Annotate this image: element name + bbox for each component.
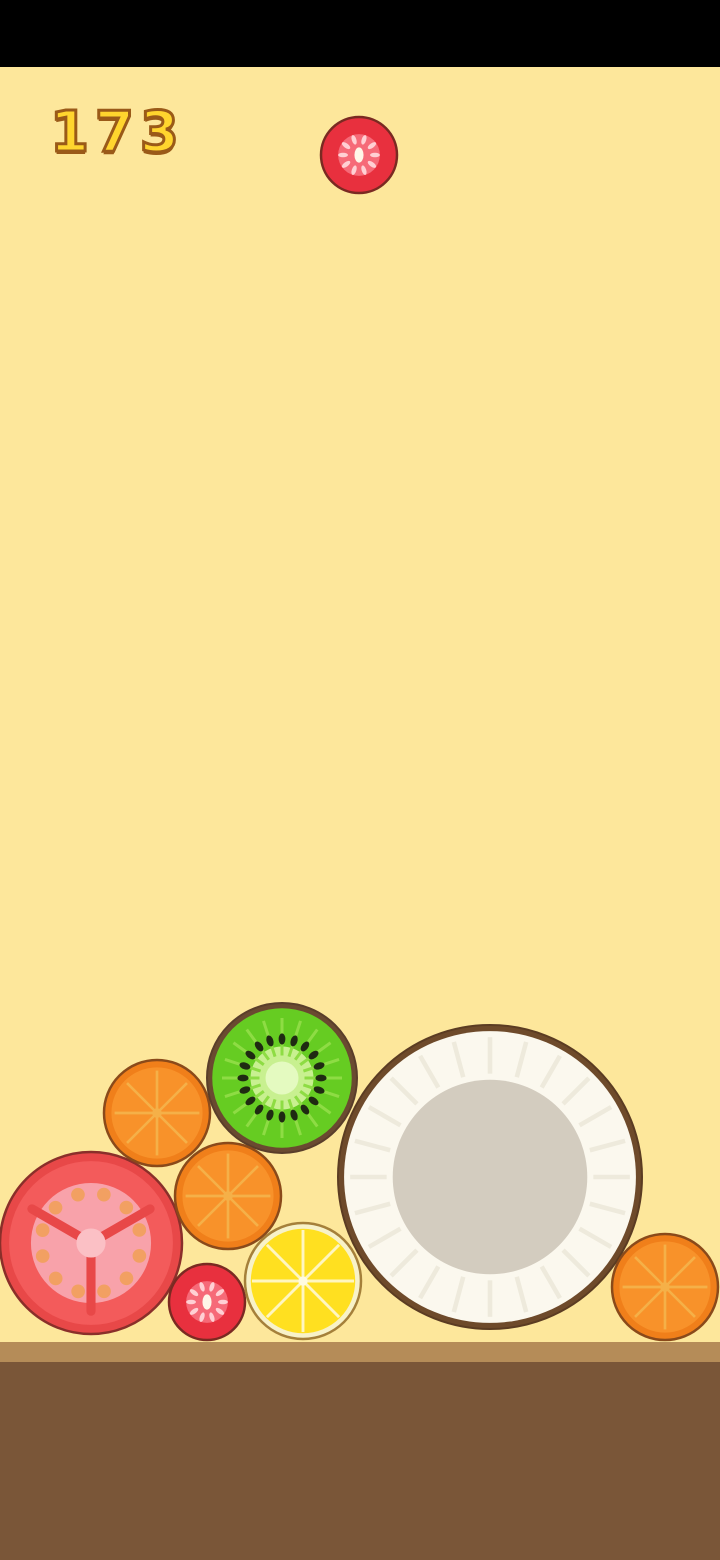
fruit-layer [0, 0, 720, 1560]
fruit-strawberry [167, 1262, 247, 1342]
tomato-icon [0, 1150, 184, 1336]
coconut-icon [337, 1024, 643, 1330]
fruit-orange [610, 1232, 720, 1342]
strawberry-icon [167, 1262, 247, 1342]
fruit-coconut [337, 1024, 643, 1330]
strawberry-icon [319, 115, 399, 195]
next-fruit-strawberry[interactable] [318, 114, 400, 196]
fruit-tomato [0, 1150, 184, 1336]
orange-icon [610, 1232, 720, 1342]
